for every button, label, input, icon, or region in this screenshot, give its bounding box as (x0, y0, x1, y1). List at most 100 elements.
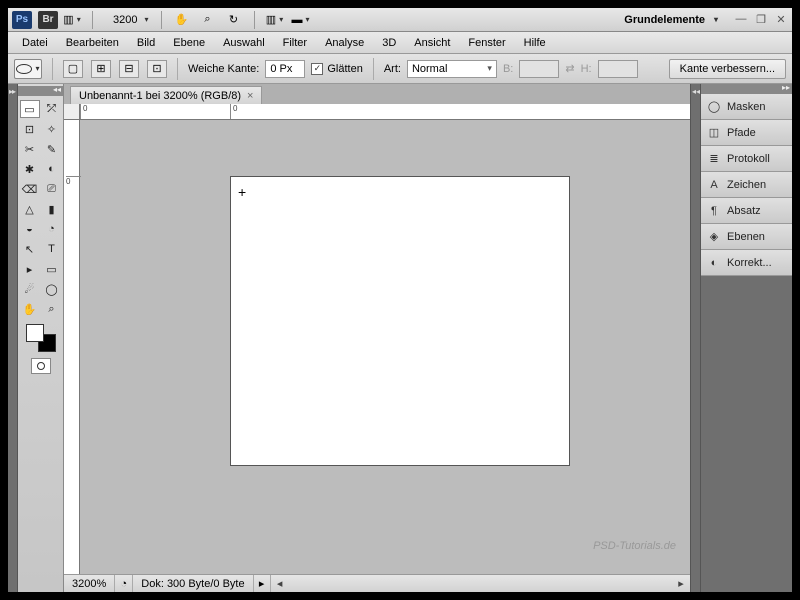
horizontal-scrollbar[interactable]: ◂ ▸ (271, 577, 690, 590)
tool-gradient[interactable]: ▮ (42, 200, 62, 218)
panel-ebenen[interactable]: ◈Ebenen (701, 224, 792, 250)
panel-masken[interactable]: ◯Masken (701, 94, 792, 120)
menu-bearbeiten[interactable]: Bearbeiten (58, 35, 127, 51)
current-tool-preview[interactable]: ▾ (14, 59, 42, 79)
menu-3d[interactable]: 3D (374, 35, 404, 51)
menu-datei[interactable]: Datei (14, 35, 56, 51)
tool-blur[interactable]: ◒ (20, 220, 40, 238)
canvas-area[interactable]: 0 0 0 + PSD-Tutorials.de (64, 104, 690, 574)
options-bar: ▾ ▢ ⊞ ⊟ ⊡ Weiche Kante: 0 Px ✓ Glätten A… (8, 54, 792, 84)
watermark: PSD-Tutorials.de (593, 540, 676, 552)
tool-wand[interactable]: ✧ (42, 120, 62, 138)
swap-dims-icon: ⇄ (565, 62, 574, 75)
mask-icon: ◯ (707, 100, 721, 114)
workspace-switcher[interactable]: Grundelemente▾ (618, 14, 724, 26)
feather-label: Weiche Kante: (188, 63, 259, 75)
tab-close-icon[interactable]: × (247, 90, 253, 102)
layout-dropdown-icon[interactable]: ▥▾ (60, 11, 84, 29)
close-icon[interactable]: ✕ (774, 13, 788, 26)
tool-pen[interactable]: ↖ (20, 240, 40, 258)
status-doc-info[interactable]: Dok: 300 Byte/0 Byte (133, 575, 253, 592)
rotate-view-icon[interactable]: ↻ (222, 11, 246, 29)
tool-heal[interactable]: ✱ (20, 160, 40, 178)
selection-intersect-icon[interactable]: ⊡ (147, 60, 167, 78)
menu-analyse[interactable]: Analyse (317, 35, 372, 51)
tool-stamp[interactable]: ⌫ (20, 180, 40, 198)
tool-shape[interactable]: ▭ (42, 260, 62, 278)
status-proof-icon[interactable]: ◔ (115, 575, 133, 592)
ruler-vertical[interactable]: 0 (64, 120, 80, 574)
scroll-left-icon[interactable]: ◂ (273, 577, 287, 590)
tool-3d-camera[interactable]: ◯ (42, 280, 62, 298)
panel-protokoll[interactable]: ≣Protokoll (701, 146, 792, 172)
tool-hand[interactable]: ✋ (20, 300, 40, 318)
character-icon: A (707, 178, 721, 192)
width-input (519, 60, 559, 78)
menu-bar: Datei Bearbeiten Bild Ebene Auswahl Filt… (8, 32, 792, 54)
foreground-color-swatch[interactable] (26, 324, 44, 342)
zoom-combo[interactable]: 3200▾ (109, 13, 153, 27)
menu-bild[interactable]: Bild (129, 35, 163, 51)
menu-fenster[interactable]: Fenster (460, 35, 513, 51)
menu-ansicht[interactable]: Ansicht (406, 35, 458, 51)
minimize-icon[interactable]: — (734, 13, 748, 26)
panel-pfade[interactable]: ◫Pfade (701, 120, 792, 146)
toolbox-collapse-icon[interactable] (18, 86, 63, 96)
selection-new-icon[interactable]: ▢ (63, 60, 83, 78)
menu-filter[interactable]: Filter (275, 35, 315, 51)
document-canvas[interactable] (230, 176, 570, 466)
style-dropdown[interactable]: Normal (407, 60, 497, 78)
color-swatches[interactable] (26, 324, 56, 352)
feather-input[interactable]: 0 Px (265, 60, 305, 78)
tool-3d[interactable]: ☄ (20, 280, 40, 298)
screen-mode-icon[interactable]: ▬▾ (289, 11, 313, 29)
document-tab-row: Unbenannt-1 bei 3200% (RGB/8) × (64, 84, 690, 104)
tool-eyedropper[interactable]: ✎ (42, 140, 62, 158)
tool-crop[interactable]: ✂ (20, 140, 40, 158)
refine-edge-button[interactable]: Kante verbessern... (669, 59, 786, 79)
arrange-docs-icon[interactable]: ▥▾ (263, 11, 287, 29)
scroll-right-icon[interactable]: ▸ (674, 577, 688, 590)
left-collapsed-dock[interactable]: ▸▸ (8, 84, 18, 592)
tool-type[interactable]: T (42, 240, 62, 258)
document-tab[interactable]: Unbenannt-1 bei 3200% (RGB/8) × (70, 86, 262, 104)
paths-icon: ◫ (707, 126, 721, 140)
selection-add-icon[interactable]: ⊞ (91, 60, 111, 78)
menu-auswahl[interactable]: Auswahl (215, 35, 273, 51)
status-menu-icon[interactable]: ▸ (254, 575, 271, 592)
style-label: Art: (384, 63, 401, 75)
status-zoom[interactable]: 3200% (64, 575, 115, 592)
selection-subtract-icon[interactable]: ⊟ (119, 60, 139, 78)
right-panel-collapse-icon[interactable] (701, 84, 792, 94)
panel-zeichen[interactable]: AZeichen (701, 172, 792, 198)
tool-zoom[interactable]: ⌕ (42, 300, 62, 318)
antialias-checkbox[interactable]: ✓ Glätten (311, 63, 362, 75)
status-bar: 3200% ◔ Dok: 300 Byte/0 Byte ▸ ◂ ▸ (64, 574, 690, 592)
app-bar: Ps Br ▥▾ 3200▾ ✋ ⌕ ↻ ▥▾ ▬▾ Grundelemente… (8, 8, 792, 32)
maximize-icon[interactable]: ❐ (754, 13, 768, 26)
menu-hilfe[interactable]: Hilfe (516, 35, 554, 51)
panel-absatz[interactable]: ¶Absatz (701, 198, 792, 224)
ruler-corner[interactable] (64, 104, 80, 120)
bridge-logo-icon[interactable]: Br (38, 11, 58, 29)
menu-ebene[interactable]: Ebene (165, 35, 213, 51)
right-collapsed-dock[interactable]: ◂◂ (690, 84, 700, 592)
tool-lasso[interactable]: ⊡ (20, 120, 40, 138)
hand-tool-icon[interactable]: ✋ (170, 11, 194, 29)
tool-eraser[interactable]: △ (20, 200, 40, 218)
toolbox: ▭ ⤱ ⊡ ✧ ✂ ✎ ✱ ◐ ⌫ ⎚ △ ▮ ◒ ◔ ↖ T ▸ ▭ ☄ ◯ (18, 84, 64, 592)
height-label: H: (581, 63, 592, 75)
quickmask-toggle[interactable] (31, 358, 51, 374)
layers-icon: ◈ (707, 230, 721, 244)
history-icon: ≣ (707, 152, 721, 166)
tool-marquee[interactable]: ▭ (20, 100, 40, 118)
zoom-tool-icon[interactable]: ⌕ (196, 11, 220, 29)
tool-brush[interactable]: ◐ (42, 160, 62, 178)
ruler-horizontal[interactable]: 0 0 (80, 104, 690, 120)
checkbox-check-icon: ✓ (311, 63, 323, 75)
panel-korrekturen[interactable]: ◐Korrekt... (701, 250, 792, 276)
tool-move[interactable]: ⤱ (42, 100, 62, 118)
tool-path-select[interactable]: ▸ (20, 260, 40, 278)
tool-history-brush[interactable]: ⎚ (42, 180, 62, 198)
tool-dodge[interactable]: ◔ (42, 220, 62, 238)
